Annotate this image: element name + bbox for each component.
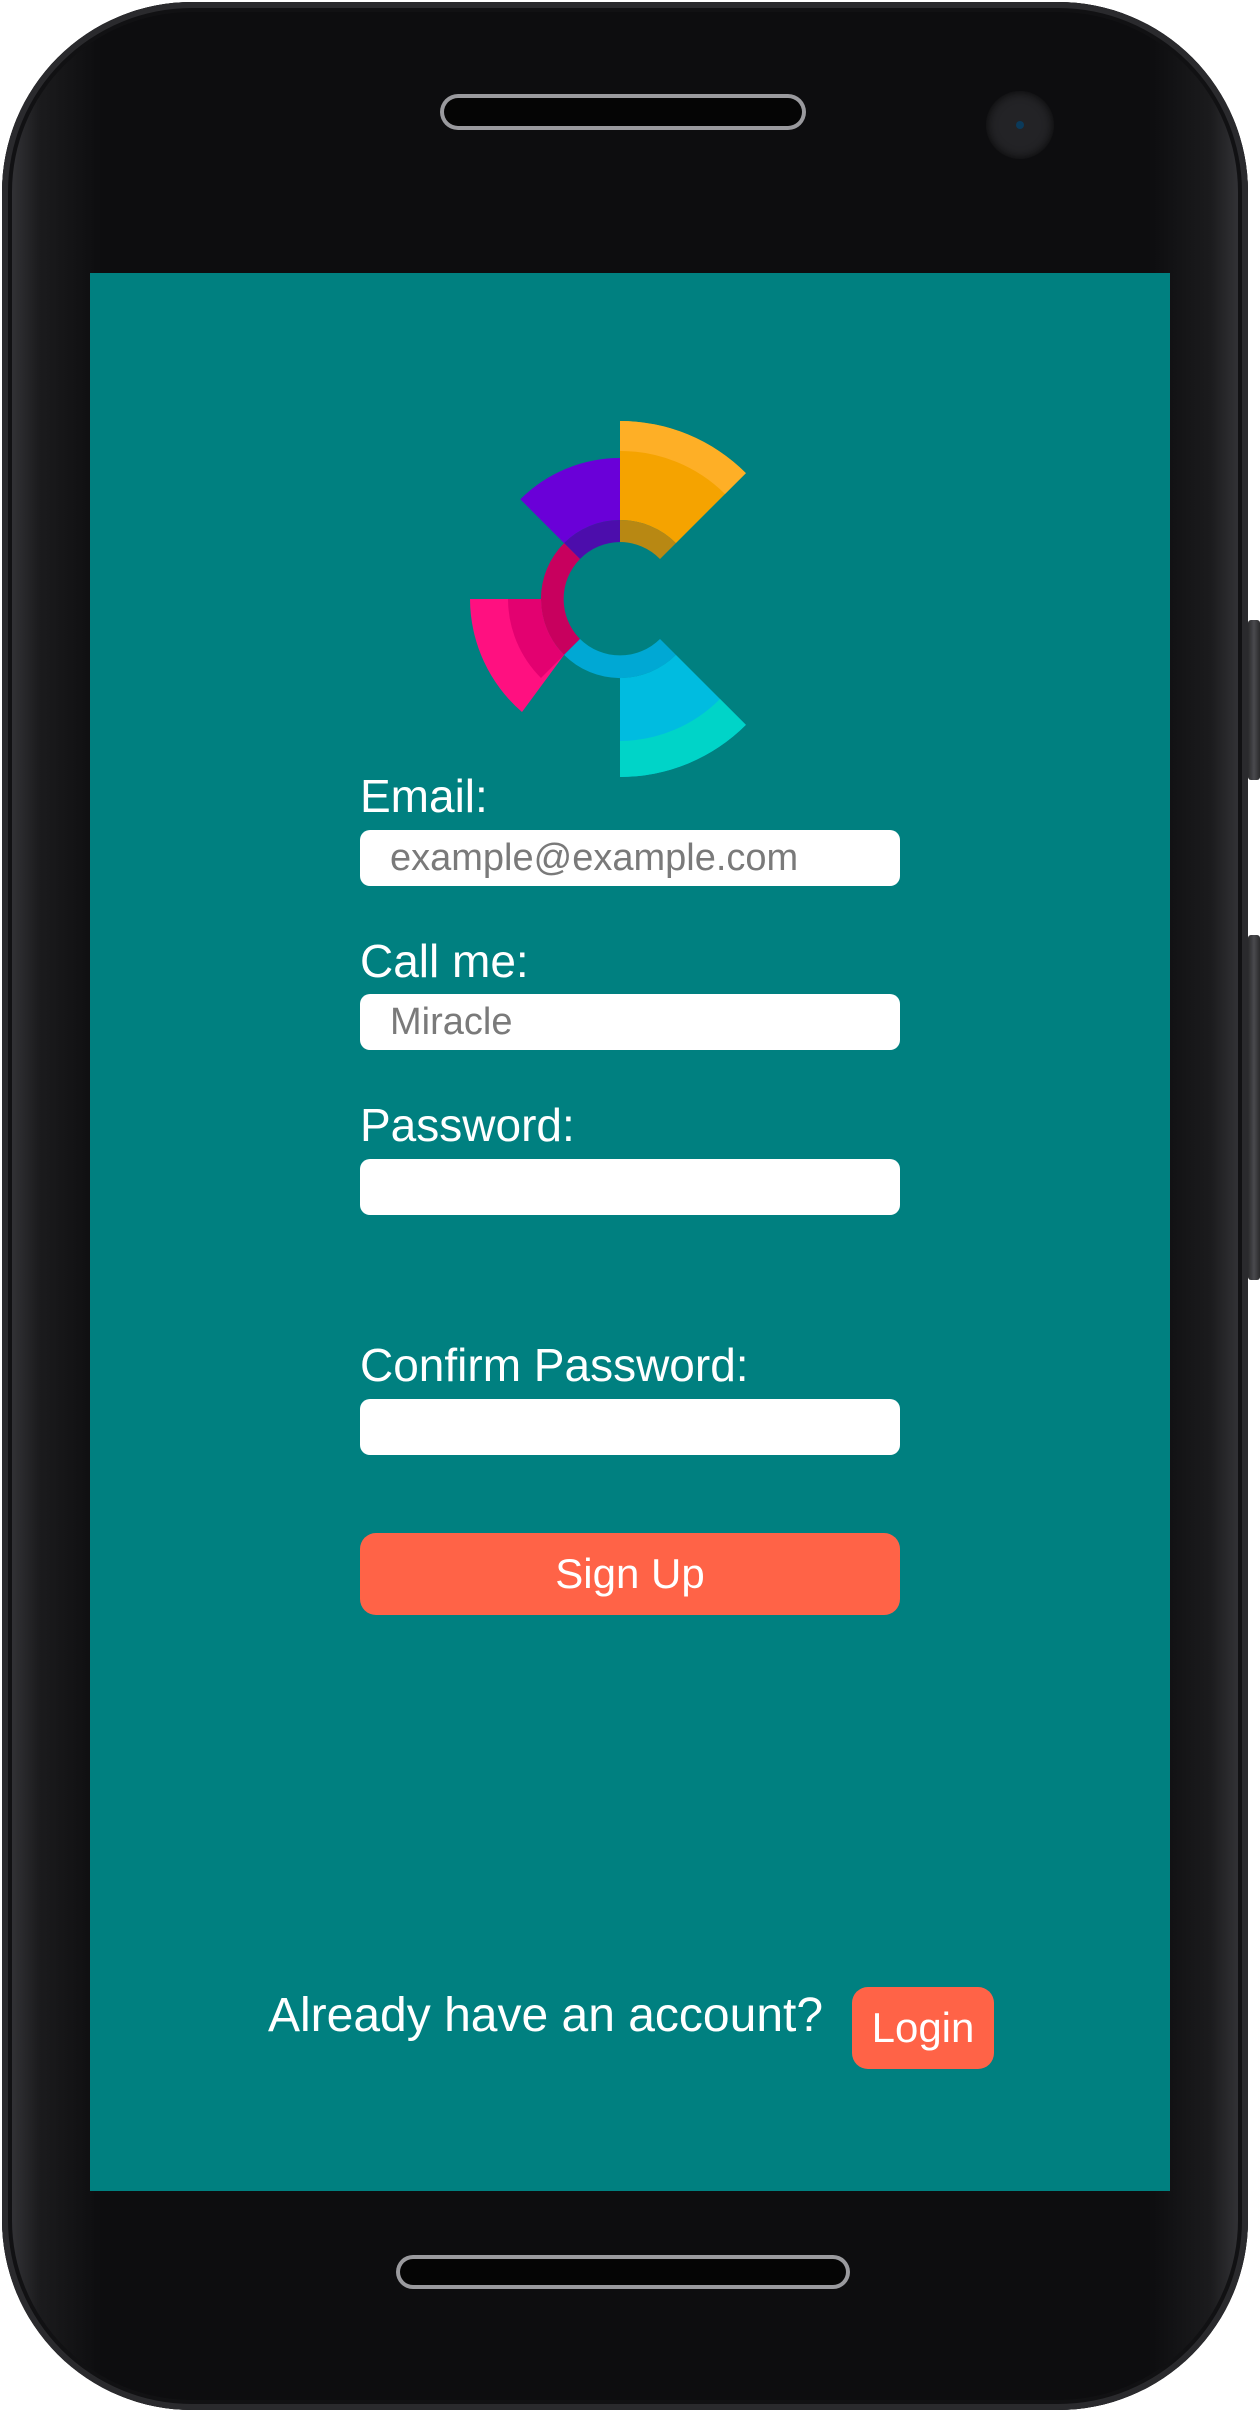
front-camera-icon <box>986 91 1054 159</box>
password-label: Password: <box>360 1099 575 1151</box>
callme-label: Call me: <box>360 935 529 987</box>
callme-input[interactable] <box>360 994 900 1050</box>
confirm-password-input[interactable] <box>360 1399 900 1455</box>
password-input[interactable] <box>360 1159 900 1215</box>
app-screen: Email: Call me: Password: Confirm Passwo… <box>90 273 1170 2191</box>
login-button[interactable]: Login <box>852 1987 994 2069</box>
bottom-speaker <box>400 2259 846 2285</box>
email-label: Email: <box>360 770 488 822</box>
sign-up-button[interactable]: Sign Up <box>360 1533 900 1615</box>
volume-button <box>1248 935 1260 1280</box>
logo-icon <box>470 421 746 777</box>
email-input[interactable] <box>360 830 900 886</box>
power-button <box>1248 620 1260 780</box>
device-frame: Email: Call me: Password: Confirm Passwo… <box>0 0 1260 2415</box>
login-prompt-text: Already have an account? <box>268 1989 824 2042</box>
earpiece-speaker <box>444 98 802 126</box>
confirm-password-label: Confirm Password: <box>360 1339 749 1391</box>
